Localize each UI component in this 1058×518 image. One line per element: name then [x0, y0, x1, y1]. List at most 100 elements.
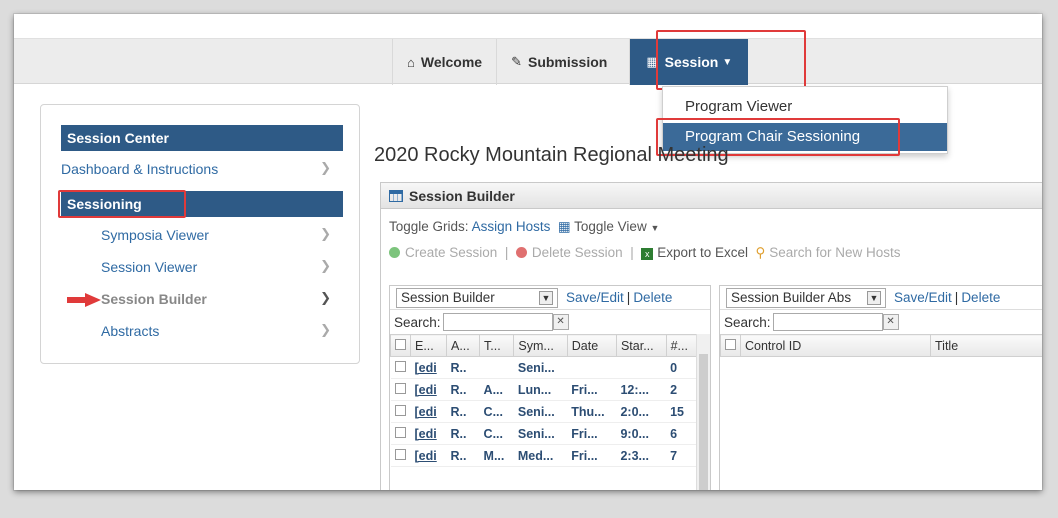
table-cell: 6: [666, 422, 698, 445]
edit-link[interactable]: [edi: [410, 378, 447, 401]
nav-welcome[interactable]: ⌂ Welcome: [392, 39, 496, 85]
table-cell: Seni...: [513, 356, 568, 379]
column-header[interactable]: Sym...: [513, 334, 568, 357]
table-cell: R..: [446, 444, 480, 467]
row-checkbox[interactable]: [394, 448, 406, 460]
table-cell: C...: [479, 400, 514, 423]
left-grid-top: Session Builder ▼ Save/Edit | Delete: [390, 286, 710, 310]
assign-hosts-link[interactable]: Assign Hosts: [472, 219, 551, 234]
chevron-down-icon: ▼: [539, 290, 553, 305]
table-cell: Seni...: [513, 422, 568, 445]
row-checkbox[interactable]: [394, 360, 406, 372]
table-row[interactable]: [edi R.. M... Med... Fri... 2:3... 7: [390, 444, 698, 467]
sidebar-item-label: Dashboard & Instructions: [61, 161, 219, 177]
delete-session-label: Delete Session: [531, 245, 623, 260]
nav-submission[interactable]: ✎ Submission: [496, 39, 621, 85]
sidebar-item-abstracts[interactable]: Abstracts ❯: [61, 319, 343, 345]
table-cell: 7: [666, 444, 698, 467]
table-cell: Fri...: [567, 378, 617, 401]
row-checkbox[interactable]: [394, 426, 406, 438]
chevron-right-icon: ❯: [320, 226, 331, 241]
left-save-edit-link[interactable]: Save/Edit: [566, 290, 624, 305]
left-delete-link[interactable]: Delete: [633, 290, 672, 305]
column-header[interactable]: E...: [410, 334, 447, 357]
nav-welcome-label: Welcome: [420, 54, 483, 70]
table-cell: Thu...: [567, 400, 617, 423]
column-header[interactable]: T...: [479, 334, 515, 357]
table-row[interactable]: [edi R.. Seni... 0: [390, 356, 698, 379]
sidebar-item-session-viewer[interactable]: Session Viewer ❯: [61, 255, 343, 281]
plus-circle-icon: [389, 247, 400, 258]
action-toolbar: Create Session | Delete Session | x Expor…: [389, 245, 900, 261]
column-header[interactable]: Control ID: [740, 334, 931, 357]
column-header[interactable]: #...: [665, 334, 699, 357]
table-row[interactable]: [edi R.. A... Lun... Fri... 12:... 2: [390, 378, 698, 401]
clear-search-icon[interactable]: ✕: [882, 314, 899, 330]
search-icon: ⚲: [755, 245, 766, 260]
table-cell: 15: [666, 400, 698, 423]
export-excel-label: Export to Excel: [657, 245, 749, 260]
caret-down-icon: ▼: [650, 223, 660, 233]
nav-session[interactable]: ▦ Session ▼: [629, 39, 749, 85]
column-header[interactable]: A...: [445, 334, 481, 357]
right-delete-link[interactable]: Delete: [961, 290, 1000, 305]
page-title: 2020 Rocky Mountain Regional Meeting: [374, 144, 729, 166]
session-builder-header: Session Builder: [381, 183, 1042, 209]
left-grid-select[interactable]: Session Builder ▼: [396, 287, 558, 308]
table-cell: [616, 356, 667, 379]
grid-icon: ▦: [557, 219, 571, 234]
top-navbar: ⌂ Welcome ✎ Submission ▦ Session ▼: [14, 38, 1042, 85]
create-session-button[interactable]: Create Session: [389, 245, 497, 260]
header-checkbox[interactable]: [720, 334, 741, 357]
edit-link[interactable]: [edi: [410, 422, 447, 445]
search-hosts-button[interactable]: ⚲ Search for New Hosts: [756, 245, 901, 260]
row-checkbox[interactable]: [394, 382, 406, 394]
right-grid-select[interactable]: Session Builder Abs ▼: [726, 287, 886, 308]
table-icon: [389, 190, 403, 202]
toggle-view-button[interactable]: Toggle View ▼: [574, 219, 659, 234]
table-cell: R..: [446, 378, 480, 401]
table-row[interactable]: [edi R.. C... Seni... Thu... 2:0... 15: [390, 400, 698, 423]
sidebar-item-label: Session Viewer: [101, 259, 198, 275]
sidebar-item-session-builder[interactable]: Session Builder ❯: [61, 287, 343, 313]
right-save-edit-link[interactable]: Save/Edit: [894, 290, 952, 305]
edit-link[interactable]: [edi: [410, 356, 447, 379]
right-grid-header-row: Control ID Title: [720, 334, 1042, 357]
scrollbar-thumb[interactable]: [699, 354, 708, 490]
calendar-icon: ▦: [646, 54, 659, 69]
right-grid-table: Control ID Title: [720, 334, 1042, 357]
table-row[interactable]: [edi R.. C... Seni... Fri... 9:0... 6: [390, 422, 698, 445]
table-cell: Lun...: [513, 378, 568, 401]
sidebar-item-label: Abstracts: [101, 323, 160, 339]
sidebar-item-dashboard[interactable]: Dashboard & Instructions ❯: [61, 157, 343, 183]
table-cell: R..: [446, 400, 480, 423]
column-header[interactable]: Date: [566, 334, 617, 357]
menu-item-program-viewer[interactable]: Program Viewer: [663, 93, 947, 121]
header-checkbox[interactable]: [390, 334, 411, 357]
edit-link[interactable]: [edi: [410, 400, 447, 423]
chevron-right-icon: ❯: [320, 322, 331, 337]
column-header[interactable]: Star...: [615, 334, 667, 357]
chevron-right-icon: ❯: [320, 258, 331, 273]
sidebar-item-sessioning[interactable]: Sessioning: [61, 191, 343, 217]
sidebar-item-symposia-viewer[interactable]: Symposia Viewer ❯: [61, 223, 343, 249]
table-cell: 0: [666, 356, 698, 379]
sidebar-header-session-center: Session Center: [61, 125, 343, 151]
left-grid-select-value: Session Builder: [401, 290, 495, 305]
toggle-grids-row: Toggle Grids: Assign Hosts ▦ Toggle View…: [389, 219, 659, 235]
left-search-label: Search:: [394, 314, 441, 330]
nav-session-label: Session: [664, 54, 719, 70]
column-header[interactable]: Title: [930, 334, 1042, 357]
sidebar-panel: Session Center Dashboard & Instructions …: [40, 104, 360, 364]
left-search-input[interactable]: [442, 313, 553, 331]
chevron-right-icon: ❯: [320, 290, 331, 305]
delete-session-button[interactable]: Delete Session: [515, 245, 623, 260]
row-checkbox[interactable]: [394, 404, 406, 416]
export-excel-button[interactable]: x Export to Excel: [641, 245, 748, 260]
left-grid-scrollbar[interactable]: [696, 334, 710, 490]
right-search-input[interactable]: [772, 313, 883, 331]
clear-search-icon[interactable]: ✕: [552, 314, 569, 330]
table-cell: 2: [666, 378, 698, 401]
table-cell: Fri...: [567, 422, 617, 445]
edit-link[interactable]: [edi: [410, 444, 447, 467]
